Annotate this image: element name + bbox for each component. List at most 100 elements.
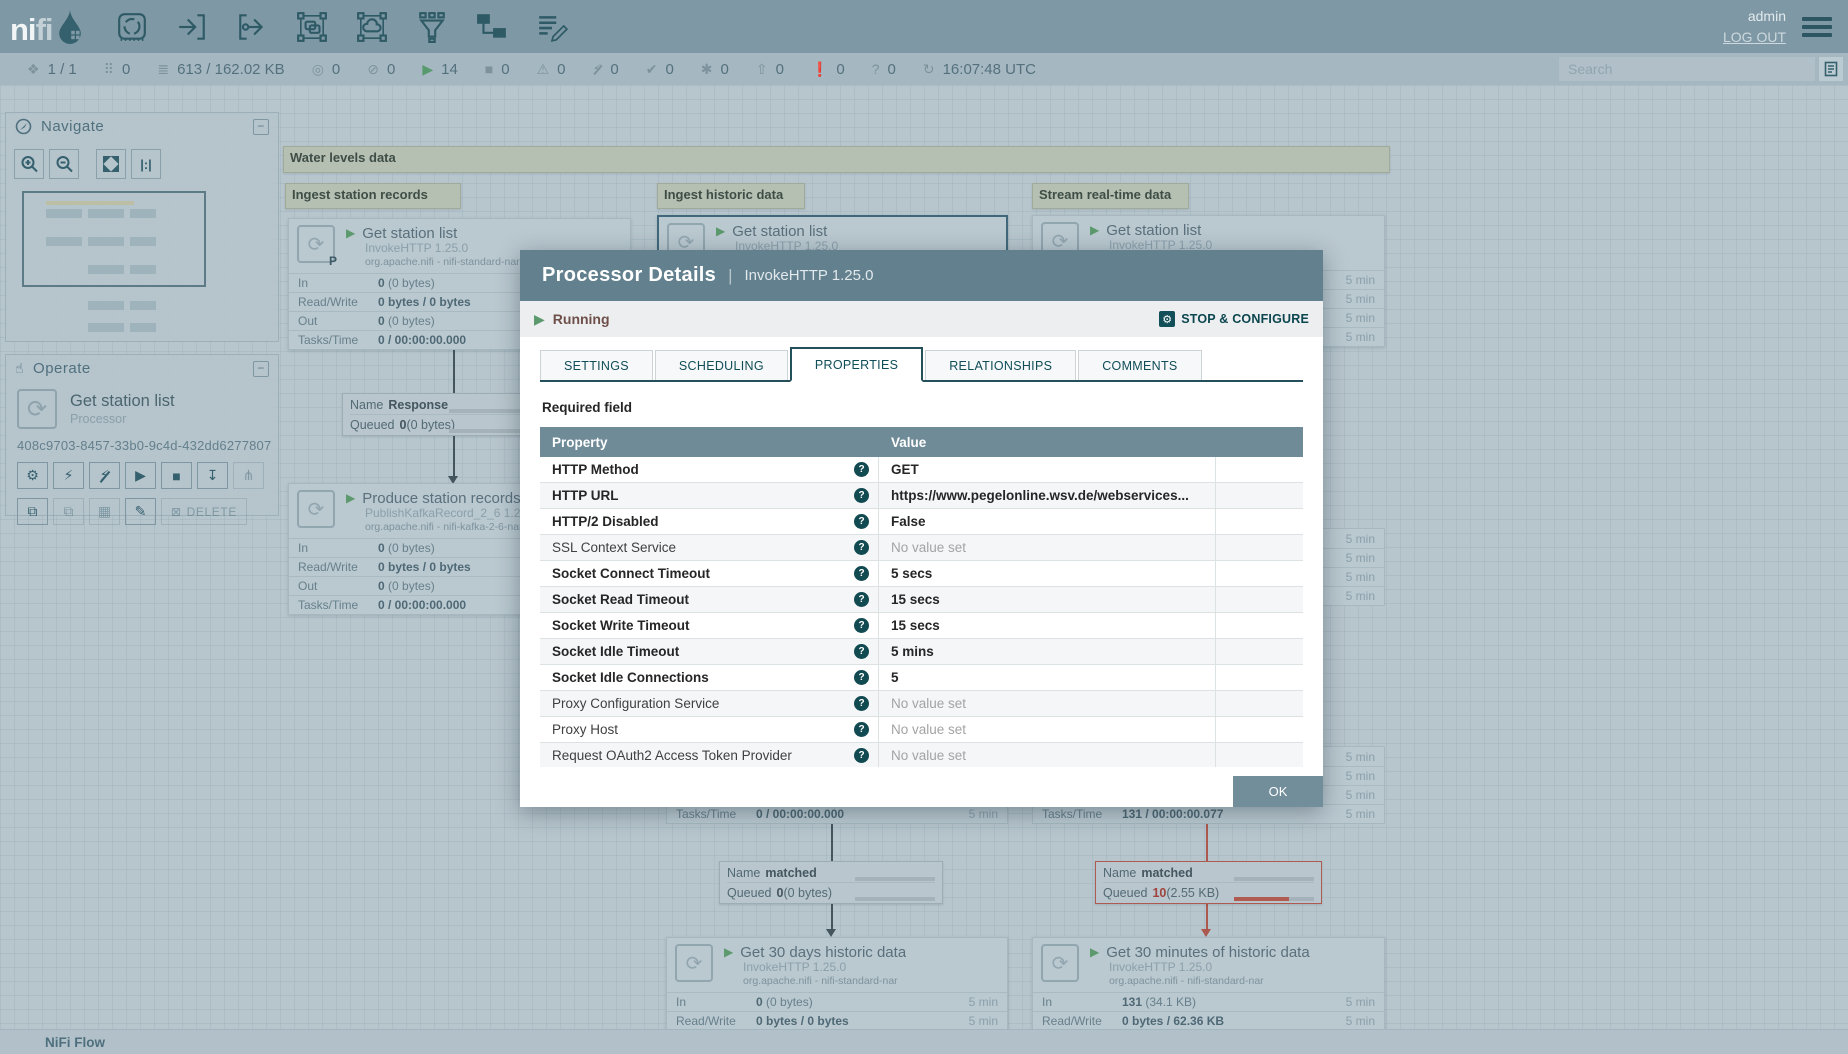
help-icon[interactable]: ? <box>854 696 869 711</box>
configure-button[interactable]: ⚙ <box>17 462 48 489</box>
tab-comments[interactable]: COMMENTS <box>1078 350 1202 380</box>
invalid-icon: ⚠ <box>536 60 550 77</box>
output-port-component-icon[interactable] <box>235 10 269 44</box>
process-group-component-icon[interactable] <box>295 10 329 44</box>
search-input[interactable] <box>1559 57 1815 81</box>
property-value[interactable]: No value set <box>879 535 1216 560</box>
bulletin-board-button[interactable] <box>1819 57 1843 81</box>
property-value[interactable]: 5 <box>879 665 1216 690</box>
processor-bundle: org.apache.nifi - nifi-standard-nar <box>365 256 520 269</box>
running-icon: ▶ <box>346 225 356 240</box>
save-flow-version-button[interactable]: ↧ <box>197 462 228 489</box>
status-disabled: ⚡ 0 <box>593 61 619 78</box>
stat-row: In 131 (34.1 KB) 5 min <box>1033 992 1384 1011</box>
property-value[interactable]: 5 secs <box>879 561 1216 586</box>
connection-row: Name matched <box>727 863 935 882</box>
connection-row: Queued 10 (2.55 KB) <box>1103 882 1314 902</box>
label-ingest-station-records[interactable]: Ingest station records <box>285 183 461 209</box>
help-icon[interactable]: ? <box>854 748 869 763</box>
disable-button[interactable]: ⚡ <box>89 462 120 489</box>
properties-table: Property Value HTTP Method? GET HTTP URL? h… <box>540 427 1303 767</box>
label-component-icon[interactable] <box>535 10 569 44</box>
change-color-button[interactable]: ✎ <box>125 498 156 525</box>
help-icon[interactable]: ? <box>854 592 869 607</box>
value-column-header: Value <box>891 434 927 450</box>
property-value[interactable]: GET <box>879 457 1216 482</box>
property-row-proxy-configuration-service: Proxy Configuration Service? No value set <box>540 691 1303 717</box>
zoom-in-button[interactable] <box>14 149 44 179</box>
property-value[interactable]: False <box>879 509 1216 534</box>
connection-name-matched[interactable]: Name matched Queued 0 (0 bytes) <box>719 861 943 904</box>
logout-link[interactable]: LOG OUT <box>1723 27 1786 47</box>
processor-name: Produce station records <box>362 490 521 507</box>
connection-name-response[interactable]: Name Response Queued 0 (0 bytes) <box>342 393 537 436</box>
component-toolbar <box>115 10 569 44</box>
property-value[interactable]: No value set <box>879 691 1216 716</box>
operate-panel: ☝ Operate − ⟳ Get station list Processor… <box>5 354 279 525</box>
status-up-to-date: ✔ 0 <box>646 61 674 78</box>
status-invalid: ⚠ 0 <box>537 61 566 78</box>
stop-button[interactable]: ■ <box>161 462 192 489</box>
label-ingest-historic-data[interactable]: Ingest historic data <box>657 183 805 209</box>
connection-line[interactable] <box>831 903 833 929</box>
locally-modified-stale-icon: ❗ <box>810 60 829 77</box>
operate-minimize-button[interactable]: − <box>253 360 269 377</box>
running-icon: ▶ <box>422 60 434 77</box>
zoom-out-button[interactable] <box>49 149 79 179</box>
help-icon[interactable]: ? <box>854 462 869 477</box>
property-value[interactable]: 15 secs <box>879 613 1216 638</box>
property-row-socket-write-timeout: Socket Write Timeout? 15 secs <box>540 613 1303 639</box>
start-button[interactable]: ▶ <box>125 462 156 489</box>
input-port-component-icon[interactable] <box>175 10 209 44</box>
breadcrumb-bar: NiFi Flow <box>0 1029 1848 1054</box>
processor-component-icon[interactable] <box>115 10 149 44</box>
stop-and-configure-button[interactable]: ⚙ STOP & CONFIGURE <box>1159 311 1309 327</box>
help-icon[interactable]: ? <box>854 618 869 633</box>
help-icon[interactable]: ? <box>854 514 869 529</box>
navigate-minimize-button[interactable]: − <box>253 118 269 135</box>
property-value[interactable]: No value set <box>879 743 1216 767</box>
property-row-http-url: HTTP URL? https://www.pegelonline.wsv.de/… <box>540 483 1303 509</box>
copy-button[interactable]: ⧉ <box>17 498 48 525</box>
property-value[interactable]: No value set <box>879 717 1216 742</box>
breadcrumb-root[interactable]: NiFi Flow <box>45 1035 105 1050</box>
connection-line[interactable] <box>1206 903 1208 929</box>
help-icon[interactable]: ? <box>854 566 869 581</box>
help-icon[interactable]: ? <box>854 670 869 685</box>
active-threads-count: 0 <box>122 60 131 78</box>
tab-settings[interactable]: SETTINGS <box>540 350 653 380</box>
label-water-levels-data[interactable]: Water levels data <box>283 146 1390 173</box>
processor-type: InvokeHTTP 1.25.0 <box>365 241 469 256</box>
clustered-nodes-icon: ❖ <box>27 60 40 77</box>
zoom-fit-button[interactable] <box>96 149 126 179</box>
property-value[interactable]: 5 mins <box>879 639 1216 664</box>
help-icon[interactable]: ? <box>854 488 869 503</box>
birdseye-minimap[interactable] <box>14 189 270 341</box>
global-menu-icon[interactable] <box>1802 16 1832 37</box>
property-row-request-oauth2-access-token-provider: Request OAuth2 Access Token Provider? No … <box>540 743 1303 767</box>
help-icon[interactable]: ? <box>854 644 869 659</box>
funnel-component-icon[interactable] <box>415 10 449 44</box>
tab-scheduling[interactable]: SCHEDULING <box>654 350 788 380</box>
tab-properties[interactable]: PROPERTIES <box>789 347 924 382</box>
tab-relationships[interactable]: RELATIONSHIPS <box>925 350 1077 380</box>
processor-type-icon: ⟳ <box>1041 944 1079 982</box>
help-icon[interactable]: ? <box>854 722 869 737</box>
enable-button[interactable]: ⚡ <box>53 462 84 489</box>
queue-percent-bar <box>1234 897 1314 901</box>
ok-button[interactable]: OK <box>1233 776 1323 807</box>
property-value[interactable]: https://www.pegelonline.wsv.de/webservic… <box>879 483 1216 508</box>
label-stream-real-time-data[interactable]: Stream real-time data <box>1032 183 1189 209</box>
template-component-icon[interactable] <box>475 10 509 44</box>
status-locally-modified: ✱ 0 <box>701 61 729 78</box>
connection-name-matched[interactable]: Name matched Queued 10 (2.55 KB) <box>1095 861 1322 904</box>
active-threads-icon: ⠿ <box>103 60 115 77</box>
property-value[interactable]: 15 secs <box>879 587 1216 612</box>
help-icon[interactable]: ? <box>854 540 869 555</box>
disabled-count: 0 <box>610 60 619 78</box>
group-icon: ▦ <box>97 503 112 519</box>
remote-process-group-component-icon[interactable] <box>355 10 389 44</box>
zoom-actual-size-button[interactable]: |:| <box>131 149 161 179</box>
refresh-icon[interactable]: ↻ <box>923 61 935 78</box>
connection-line[interactable] <box>453 431 455 476</box>
